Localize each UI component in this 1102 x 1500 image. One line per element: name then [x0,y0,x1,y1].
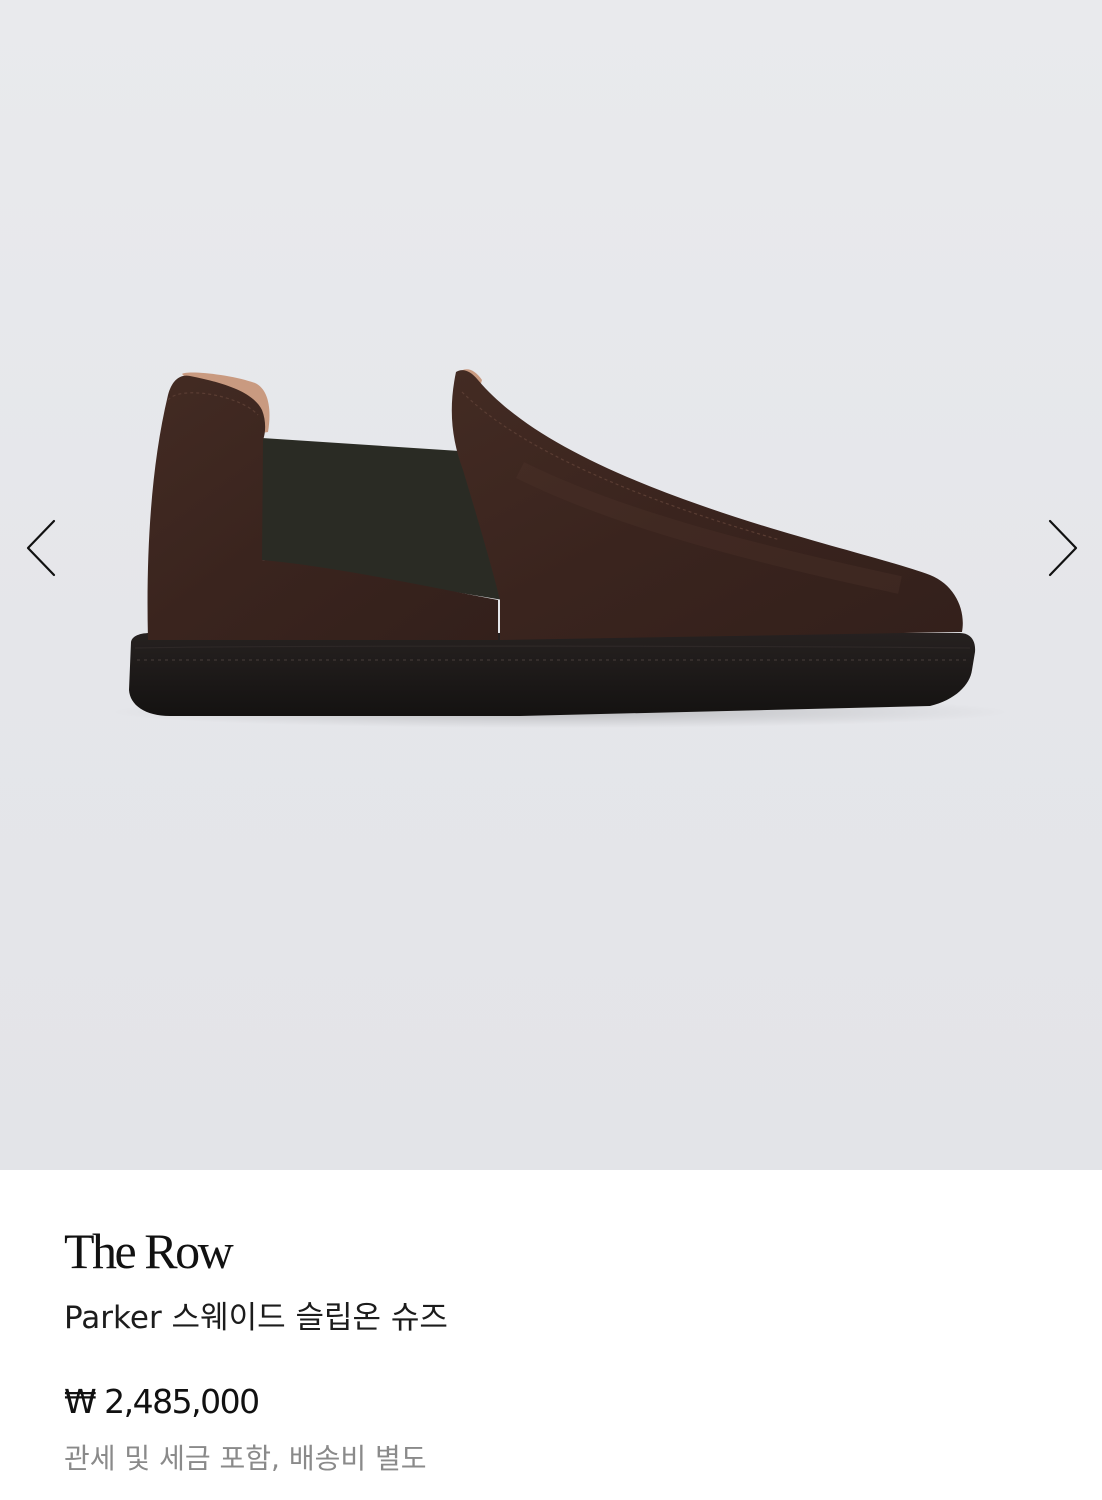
chevron-left-icon [26,519,56,577]
previous-image-button[interactable] [20,515,64,581]
product-info: The Row Parker 스웨이드 슬립온 슈즈 ₩ 2,485,000 관… [0,1170,1102,1500]
shoe-image [110,369,1010,728]
product-name: Parker 스웨이드 슬립온 슈즈 [64,1300,448,1336]
brand-name[interactable]: The Row [64,1226,234,1276]
tax-shipping-note: 관세 및 세금 포함, 배송비 별도 [64,1442,427,1475]
next-image-button[interactable] [1040,515,1084,581]
product-price: ₩ 2,485,000 [64,1382,260,1421]
product-image-gallery[interactable] [0,0,1102,1170]
chevron-right-icon [1048,519,1078,577]
